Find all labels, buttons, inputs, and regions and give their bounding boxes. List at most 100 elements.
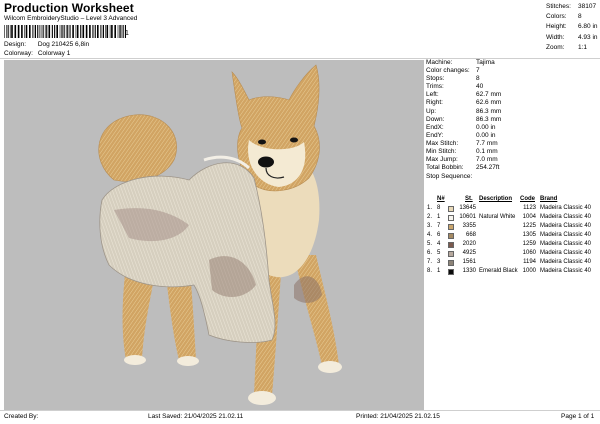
- barcode-bar: [4, 25, 5, 38]
- barcode-suffix: 1: [125, 30, 129, 37]
- barcode-bar: [21, 25, 23, 38]
- thread-brand: Madeira Classic 40: [540, 214, 592, 220]
- needle-number: 3: [437, 259, 441, 265]
- barcode-bar: [44, 25, 46, 38]
- stitch-count: 1330: [462, 268, 476, 274]
- stop-row: 4. 6 668 1305 Madeira Classic 40: [426, 231, 598, 240]
- thread-brand: Madeira Classic 40: [540, 250, 592, 256]
- info-total-bobbin: Total Bobbin: 254.27ft: [426, 164, 500, 172]
- stop-row: 6. 5 4925 1060 Madeira Classic 40: [426, 249, 598, 258]
- stop-order: 8.: [427, 268, 433, 274]
- header-description: Description: [479, 196, 513, 202]
- barcode-bar: [17, 25, 20, 38]
- barcode-bar: [102, 25, 104, 38]
- stop-order: 6.: [427, 250, 433, 256]
- stop-order: 4.: [427, 232, 433, 238]
- stop-row: 8. 1 1330 Emerald Black 1000 Madeira Classic …: [426, 267, 598, 276]
- color-swatch: [448, 223, 454, 230]
- thread-brand: Madeira Classic 40: [540, 259, 592, 265]
- needle-number: 7: [437, 223, 441, 229]
- barcode-bar: [106, 25, 109, 38]
- barcode-bar: [92, 25, 94, 38]
- stop-row: 1. 8 13645 1123 Madeira Classic 40: [426, 204, 598, 213]
- barcode-bar: [9, 25, 11, 38]
- colorway-label: Colorway:: [4, 50, 33, 57]
- barcode: [4, 25, 126, 38]
- embroidery-dog-image: [98, 64, 342, 405]
- thread-brand: Madeira Classic 40: [540, 205, 592, 211]
- page-number: Page 1 of 1: [561, 413, 595, 420]
- barcode-bar: [100, 25, 101, 38]
- stat-zoom: Zoom: 1:1: [546, 43, 588, 51]
- info-endy: EndY: 0.00 in: [426, 131, 496, 139]
- barcode-bar: [97, 25, 99, 38]
- thread-description: Natural White: [479, 214, 516, 220]
- info-max-stitch: Max Stitch: 7.7 mm: [426, 139, 498, 147]
- stop-sequence-title: Stop Sequence:: [426, 173, 473, 181]
- info-color-changes: Color changes: 7: [426, 67, 480, 75]
- design-stats: Stitches: 38107 Colors: 8 Height: 6.80 in W…: [546, 2, 598, 53]
- info-up: Up: 86.3 mm: [426, 107, 502, 115]
- barcode-bar: [89, 25, 91, 38]
- barcode-bar: [24, 25, 25, 38]
- last-saved: Last Saved: 21/04/2025 21.02.11: [148, 413, 244, 420]
- info-min-stitch: Min Stitch: 0.1 mm: [426, 148, 498, 156]
- info-down: Down: 86.3 mm: [426, 115, 502, 123]
- design-preview[interactable]: [4, 60, 424, 410]
- header-code: Code: [520, 196, 535, 202]
- barcode-bar: [114, 25, 116, 38]
- stop-row: 2. 1 10601 Natural White 1004 Madeira Classic…: [426, 213, 598, 222]
- barcode-bar: [117, 25, 119, 38]
- barcode-bar: [39, 25, 41, 38]
- needle-number: 6: [437, 232, 441, 238]
- color-swatch: [448, 268, 454, 275]
- stat-height: Height: 6.80 in: [546, 23, 598, 31]
- barcode-bar: [85, 25, 88, 38]
- worksheet-title: Production Worksheet: [4, 1, 134, 15]
- color-swatch: [448, 232, 454, 239]
- thread-brand: Madeira Classic 40: [540, 241, 592, 247]
- barcode-bar: [56, 25, 58, 38]
- info-left: Left: 62.7 mm: [426, 91, 502, 99]
- barcode-bar: [7, 25, 9, 38]
- colorway-row: Colorway: Colorway 1: [4, 50, 70, 57]
- color-swatch: [448, 241, 454, 248]
- barcode-bar: [11, 25, 13, 38]
- color-swatch: [448, 214, 454, 221]
- barcode-bar: [76, 25, 79, 38]
- barcode-bar: [69, 25, 71, 38]
- header-n: N#: [437, 196, 445, 202]
- barcode-bar: [120, 25, 122, 38]
- design-row: Design: Dog 210425 6,8in: [4, 41, 89, 48]
- thread-code: 1194: [523, 259, 536, 265]
- thread-code: 1305: [522, 232, 536, 238]
- barcode-bar: [42, 25, 44, 38]
- color-swatch: [448, 250, 454, 257]
- barcode-bar: [6, 25, 7, 38]
- barcode-bar: [109, 25, 111, 38]
- barcode-bar: [111, 25, 113, 38]
- stat-width: Width: 4.93 in: [546, 33, 598, 41]
- barcode-bar: [54, 25, 56, 38]
- barcode-bar: [82, 25, 85, 38]
- color-swatch: [448, 205, 454, 212]
- thread-code: 1060: [522, 250, 536, 256]
- barcode-bar: [80, 25, 82, 38]
- needle-number: 1: [437, 214, 441, 220]
- footer-divider: [0, 410, 600, 411]
- barcode-bar: [25, 25, 28, 38]
- barcode-bar: [65, 25, 67, 38]
- barcode-bar: [75, 25, 77, 38]
- barcode-bar: [122, 25, 124, 38]
- thread-brand: Madeira Classic 40: [540, 232, 592, 238]
- stop-order: 1.: [427, 205, 433, 211]
- barcode-bar: [105, 25, 106, 38]
- colorway-value: Colorway 1: [37, 50, 71, 57]
- stitch-count: 668: [465, 232, 476, 238]
- stop-row: 3. 7 3355 1225 Madeira Classic 40: [426, 222, 598, 231]
- needle-number: 4: [437, 241, 441, 247]
- created-by: Created By:: [4, 413, 39, 420]
- barcode-bar: [51, 25, 53, 38]
- thread-code: 1000: [522, 268, 536, 274]
- barcode-bar: [62, 25, 63, 38]
